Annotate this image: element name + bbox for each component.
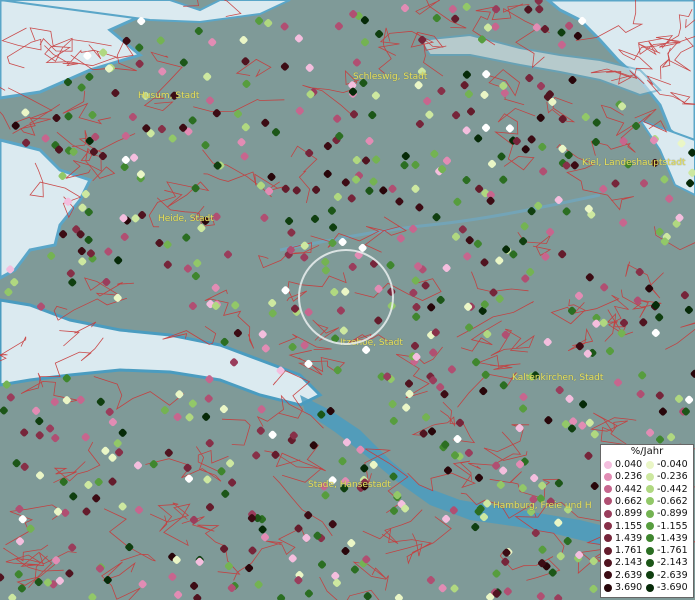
legend-entry-negative: -0.442 (646, 484, 688, 495)
legend-entry-negative: -0.040 (646, 459, 688, 470)
legend-entry-positive: 0.442 (604, 484, 642, 495)
legend-swatch (604, 509, 612, 518)
legend-entry-positive: 1.155 (604, 521, 642, 532)
legend-swatch (604, 558, 612, 567)
legend-entry-positive: 1.439 (604, 533, 642, 544)
legend-swatch (646, 534, 654, 543)
legend-entry-positive: 2.143 (604, 557, 642, 568)
legend-label: 0.442 (615, 483, 643, 495)
legend-entry-positive: 3.690 (604, 582, 642, 593)
legend-swatch (604, 583, 612, 592)
town-label-kaltenkirchen: Kaltenkirchen, Stadt (512, 373, 604, 383)
legend-swatch (604, 472, 612, 481)
legend-entry-negative: -1.439 (646, 533, 688, 544)
legend-label: -0.040 (657, 459, 688, 470)
legend-entry-positive: 0.662 (604, 496, 642, 507)
legend-swatch (646, 583, 654, 592)
legend-label: 0.662 (615, 495, 643, 507)
legend-entry-negative: -3.690 (646, 582, 688, 593)
legend-swatch (646, 571, 654, 580)
legend-swatch (604, 571, 612, 580)
town-label-heide: Heide, Stadt (158, 214, 214, 224)
legend-label: -2.143 (657, 557, 688, 569)
legend-label: 0.899 (615, 508, 643, 520)
legend-entry-negative: -1.155 (646, 521, 688, 532)
legend-label: 2.143 (615, 557, 643, 569)
legend-entry-positive: 1.761 (604, 545, 642, 556)
legend-swatch (604, 522, 612, 530)
legend-entry-negative: -0.236 (646, 471, 688, 482)
legend-entry-negative: -0.899 (646, 508, 688, 519)
legend-label: -1.761 (657, 545, 688, 557)
legend-swatch (646, 460, 654, 469)
legend-label: 3.690 (615, 582, 643, 593)
legend-label: 1.155 (615, 520, 643, 532)
legend-entry-positive: 0.040 (604, 459, 642, 470)
legend-entry-positive: 0.899 (604, 508, 642, 519)
legend: %/Jahr 0.040 0.236 0.442 0.662 0.899 1.155 1.4… (600, 444, 694, 598)
legend-label: 2.639 (615, 569, 643, 581)
legend-swatch (604, 546, 612, 555)
legend-swatch (604, 497, 612, 506)
town-label-kiel: Kiel, Landeshauptstadt (582, 158, 686, 168)
legend-label: -1.155 (657, 520, 688, 532)
legend-swatch (646, 558, 654, 567)
legend-entry-positive: 2.639 (604, 570, 642, 581)
legend-title: %/Jahr (630, 446, 664, 457)
legend-label: -0.662 (657, 495, 688, 507)
legend-swatch (604, 460, 612, 469)
legend-entry-negative: -2.639 (646, 570, 688, 581)
legend-swatch (646, 546, 654, 555)
legend-swatch (646, 522, 654, 530)
legend-swatch (646, 509, 654, 518)
town-label-hamburg: Hamburg, Freie und H (493, 501, 592, 511)
town-label-stade: Stade, Hansestadt (308, 480, 391, 490)
legend-label: -1.439 (657, 532, 688, 544)
legend-swatch (604, 534, 612, 543)
legend-entry-negative: -1.761 (646, 545, 688, 556)
legend-label: -0.236 (657, 471, 688, 483)
legend-entry-negative: -2.143 (646, 557, 688, 568)
legend-label: -2.639 (657, 569, 688, 581)
legend-entry-negative: -0.662 (646, 496, 688, 507)
legend-label: -3.690 (657, 582, 688, 593)
legend-swatch (646, 485, 654, 494)
legend-label: 0.236 (615, 471, 643, 483)
legend-label: -0.899 (657, 508, 688, 520)
focus-circle (298, 249, 394, 345)
legend-swatch (604, 485, 612, 494)
legend-entry-positive: 0.236 (604, 471, 642, 482)
legend-swatch (646, 472, 654, 481)
legend-label: -0.442 (657, 483, 688, 495)
legend-label: 1.761 (615, 545, 643, 557)
legend-label: 0.040 (615, 459, 643, 470)
legend-swatch (646, 497, 654, 506)
town-label-husum: Husum, Stadt (138, 91, 200, 101)
legend-label: 1.439 (615, 532, 643, 544)
town-label-schleswig: Schleswig, Stadt (353, 72, 428, 82)
